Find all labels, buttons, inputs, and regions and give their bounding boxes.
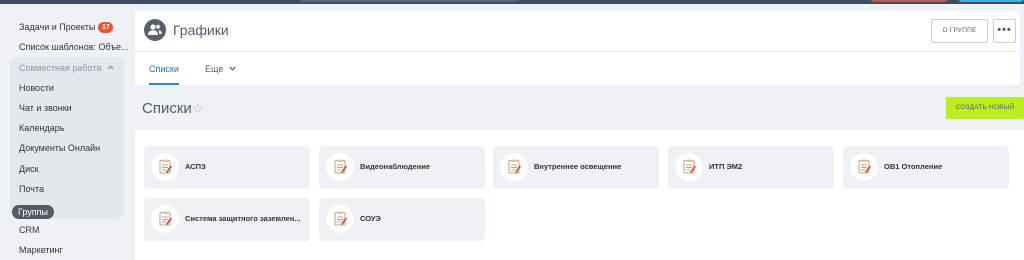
tasks-count-badge: 17 [98,22,114,33]
chevron-down-icon [229,66,236,71]
active-tab-indicator [149,83,179,85]
sidebar-item-label: Задачи и Проекты [19,22,96,32]
sidebar-item-calendar[interactable]: Календарь [19,120,64,136]
create-new-button[interactable]: СОЗДАТЬ НОВЫЙ [946,97,1024,119]
list-icon [850,153,878,181]
list-icon [326,153,354,181]
list-tile[interactable]: Внутреннее освещение [493,146,659,189]
sidebar-item-crm[interactable]: CRM [19,222,40,238]
top-bar [0,0,1024,4]
list-icon [151,205,179,233]
list-icon [151,153,179,181]
about-group-button[interactable]: О ГРУППЕ [931,19,988,43]
top-blue-button[interactable] [958,0,1024,2]
tab-more[interactable]: Еще [205,63,236,75]
sidebar-group-header[interactable]: Совместная работа [19,60,114,76]
page-title: Графики [173,22,229,38]
list-title: Система защитного заземлен... [185,214,301,223]
sidebar-item-docs-online[interactable]: Документы Онлайн [19,140,100,156]
list-tile[interactable]: СОУЭ [319,198,485,241]
users-icon [148,24,162,35]
sidebar: Задачи и Проекты 17 Список шаблонов: Объе… [0,4,135,260]
star-icon[interactable]: ☆ [192,102,204,116]
list-title: Внутреннее освещение [534,162,622,171]
list-icon [326,205,354,233]
sidebar-item-disk[interactable]: Диск [19,161,39,177]
list-title: Видеонаблюдение [360,162,431,171]
sidebar-item-chat[interactable]: Чат и звонки [19,100,72,116]
list-title: СОУЭ [360,214,381,223]
sidebar-group-label: Совместная работа [19,63,102,73]
list-tile[interactable]: Система защитного заземлен... [144,198,310,241]
tab-bar: Списки Еще [135,51,1020,85]
top-search-field[interactable] [300,0,520,2]
list-title: АСПЗ [185,162,206,171]
list-tile[interactable]: ОВ1 Отопление [843,146,1009,189]
sidebar-item-mail[interactable]: Почта [19,181,44,197]
more-actions-button[interactable]: ••• [993,19,1016,43]
tab-more-label: Еще [205,64,224,74]
list-tile[interactable]: ИТП ЭМ2 [668,146,834,189]
sidebar-item-groups[interactable]: Группы [12,205,54,219]
group-header: Графики О ГРУППЕ ••• [135,11,1020,51]
list-tile[interactable]: Видеонаблюдение [319,146,485,189]
list-tile[interactable]: АСПЗ [144,146,310,189]
list-title: ИТП ЭМ2 [709,162,743,171]
group-avatar [144,19,166,41]
sidebar-item-templates[interactable]: Список шаблонов: Объе... [19,39,129,55]
tab-lists[interactable]: Списки [149,63,179,75]
list-icon [675,153,703,181]
list-icon [500,153,528,181]
sidebar-item-news[interactable]: Новости [19,80,54,96]
lists-grid: АСПЗ Видеонаблюдение Внутреннее освещени… [135,130,1024,260]
sidebar-item-tasks[interactable]: Задачи и Проекты 17 [19,19,114,35]
section-title: Списки [142,100,192,117]
list-title: ОВ1 Отопление [884,162,943,171]
top-red-button[interactable] [870,0,948,2]
chevron-up-icon [107,65,114,70]
sidebar-item-marketing[interactable]: Маркетинг [19,242,63,258]
